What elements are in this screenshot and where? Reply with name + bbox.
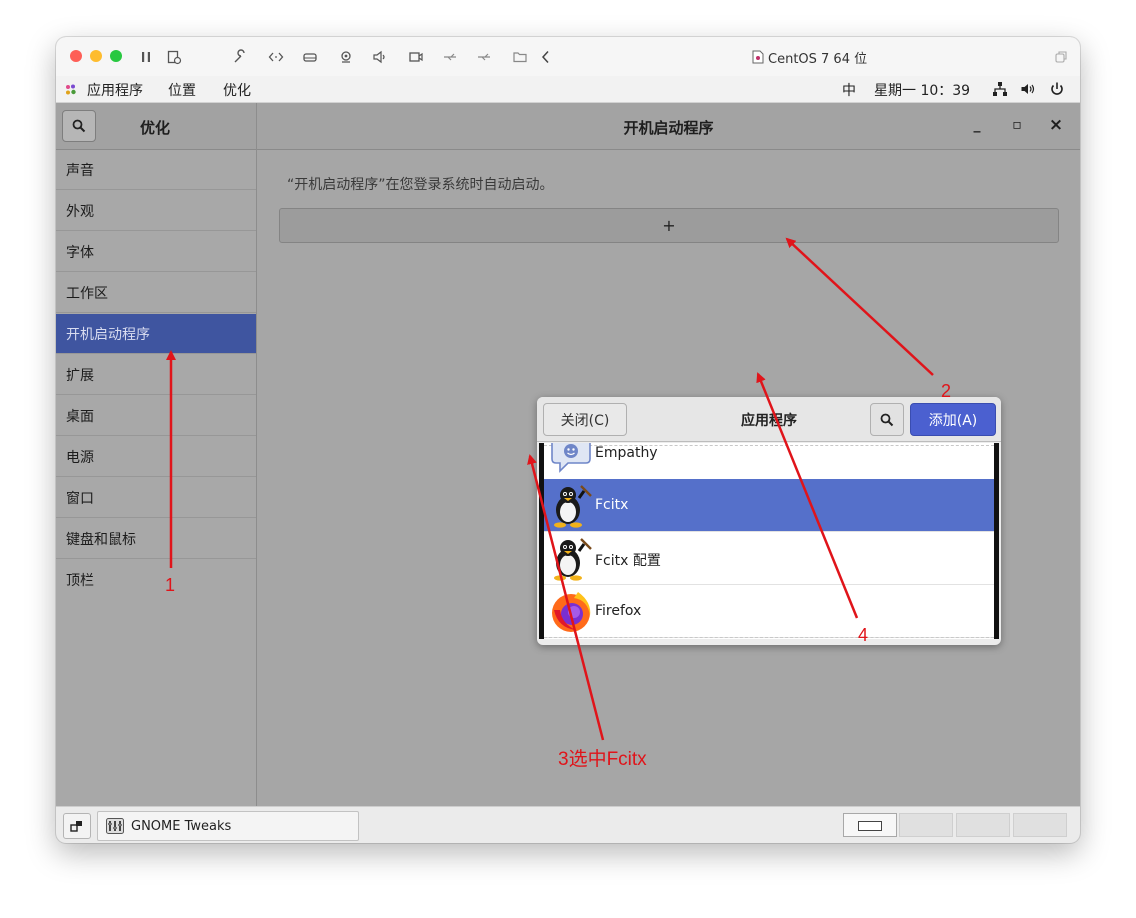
sidebar-item-label: 桌面: [66, 408, 94, 425]
taskbar-item-label: GNOME Tweaks: [131, 818, 232, 834]
app-name: Empathy: [595, 445, 658, 461]
sidebar-item-label: 外观: [66, 203, 94, 220]
sidebar-item-label: 扩展: [66, 367, 94, 384]
sidebar-item-fonts[interactable]: 字体: [56, 232, 256, 272]
main-panel: 开机启动程序 _ ▫ × “开机启动程序”在您登录系统时自动启动。 + 关闭(C…: [257, 103, 1080, 806]
sidebar-item-sound[interactable]: 声音: [56, 150, 256, 190]
sidebar-item-desktop[interactable]: 桌面: [56, 396, 256, 436]
plus-icon: +: [662, 216, 676, 235]
app-row-fcitx-config[interactable]: Fcitx 配置: [544, 532, 994, 585]
firefox-icon: [548, 588, 594, 634]
minimize-light[interactable]: [90, 50, 102, 62]
sidebar-item-workspaces[interactable]: 工作区: [56, 273, 256, 313]
tweaks-app-icon: [106, 818, 124, 834]
power-icon[interactable]: [1049, 81, 1065, 97]
snapshot-icon[interactable]: [165, 48, 183, 66]
sidebar-item-label: 键盘和鼠标: [66, 531, 136, 548]
gnome-topbar: 应用程序 位置 优化 中 星期一 10：39: [56, 76, 1080, 103]
workspace-3[interactable]: [956, 813, 1010, 837]
vm-window: CentOS 7 64 位 应用程序 位置 优化 中 星期一 10：39 优化 …: [56, 37, 1080, 843]
workspace-2[interactable]: [899, 813, 953, 837]
dialog-add-button[interactable]: 添加(A): [910, 403, 996, 436]
places-menu[interactable]: 位置: [168, 80, 196, 100]
show-desktop-button[interactable]: [63, 813, 91, 839]
app-row-fcitx[interactable]: Fcitx: [544, 479, 994, 532]
sidebar: 优化 声音 外观 字体 工作区 开机启动程序 扩展 桌面 电源 窗口 键盘和鼠标…: [56, 103, 257, 806]
empathy-icon: [548, 443, 594, 477]
hard-disk-icon[interactable]: [301, 48, 319, 66]
camera-device-icon[interactable]: [337, 48, 355, 66]
search-icon: [72, 119, 86, 133]
app-name: Fcitx 配置: [595, 553, 661, 569]
close-button[interactable]: ×: [1046, 115, 1066, 135]
sidebar-item-keyboard-mouse[interactable]: 键盘和鼠标: [56, 519, 256, 559]
sidebar-item-label: 字体: [66, 244, 94, 261]
workspace-4[interactable]: [1013, 813, 1067, 837]
speaker-icon[interactable]: [371, 48, 389, 66]
sidebar-item-top-bar[interactable]: 顶栏: [56, 560, 256, 600]
penguin-icon: [548, 535, 594, 581]
clock[interactable]: 星期一 10：39: [874, 80, 970, 100]
vm-title: CentOS 7 64 位: [752, 48, 868, 67]
taskbar-item-gnome-tweaks[interactable]: GNOME Tweaks: [97, 811, 359, 841]
usb-icon-2[interactable]: [475, 48, 493, 66]
sidebar-title: 优化: [140, 119, 171, 137]
list-bottom-divider: [544, 637, 994, 638]
workspace-1[interactable]: [843, 813, 897, 837]
network-icon[interactable]: [992, 81, 1008, 97]
wrench-icon[interactable]: [231, 48, 249, 66]
mac-titlebar: CentOS 7 64 位: [56, 37, 1080, 77]
app-row-empathy[interactable]: Empathy: [544, 443, 994, 480]
sidebar-item-label: 开机启动程序: [66, 326, 150, 343]
search-button[interactable]: [62, 110, 96, 142]
sidebar-header: 优化: [56, 103, 256, 150]
input-method-indicator[interactable]: 中: [842, 80, 856, 100]
penguin-icon: [548, 482, 594, 528]
page-title: 开机启动程序: [623, 119, 714, 137]
close-light[interactable]: [70, 50, 82, 62]
zoom-light[interactable]: [110, 50, 122, 62]
app-row-firefox[interactable]: Firefox: [544, 585, 994, 638]
workspace-window-thumbnail: [858, 821, 882, 831]
vm-title-text: CentOS 7 64 位: [768, 51, 868, 67]
sidebar-item-extensions[interactable]: 扩展: [56, 355, 256, 395]
chevron-left-icon[interactable]: [537, 48, 555, 66]
sidebar-item-label: 声音: [66, 162, 94, 179]
main-header: 开机启动程序 _ ▫ ×: [257, 103, 1080, 150]
sidebar-item-appearance[interactable]: 外观: [56, 191, 256, 231]
maximize-button[interactable]: ▫: [1007, 115, 1027, 135]
code-arrows-icon[interactable]: [267, 48, 285, 66]
dialog-search-button[interactable]: [870, 403, 904, 436]
sidebar-item-label: 电源: [66, 449, 94, 466]
startup-description: “开机启动程序”在您登录系统时自动启动。: [287, 177, 554, 193]
bottom-taskbar: GNOME Tweaks: [56, 806, 1080, 843]
add-startup-app-button[interactable]: +: [279, 208, 1059, 243]
dialog-header: 关闭(C) 应用程序 添加(A): [537, 397, 1001, 442]
sidebar-item-windows[interactable]: 窗口: [56, 478, 256, 518]
sidebar-item-label: 顶栏: [66, 573, 94, 589]
sidebar-item-power[interactable]: 电源: [56, 437, 256, 477]
applications-menu[interactable]: 应用程序: [87, 80, 143, 100]
show-desktop-icon: [70, 819, 84, 833]
vm-file-icon: [752, 50, 764, 64]
search-icon: [880, 413, 894, 427]
app-name: Fcitx: [595, 497, 629, 513]
app-chooser-dialog: 关闭(C) 应用程序 添加(A) Empathy Fcitx Fcitx 配置 …: [537, 397, 1001, 645]
app-list[interactable]: Empathy Fcitx Fcitx 配置 Firefox: [539, 443, 999, 639]
gnome-foot-icon: [64, 82, 78, 96]
volume-icon[interactable]: [1020, 81, 1036, 97]
app-name: Firefox: [595, 603, 642, 619]
sidebar-item-label: 窗口: [66, 490, 94, 507]
window-restore-icon[interactable]: [1052, 48, 1070, 66]
sidebar-item-label: 工作区: [66, 285, 108, 302]
video-camera-icon[interactable]: [407, 48, 425, 66]
current-app-menu[interactable]: 优化: [223, 80, 251, 100]
minimize-button[interactable]: _: [967, 115, 987, 135]
shared-folder-icon[interactable]: [511, 48, 529, 66]
usb-icon[interactable]: [441, 48, 459, 66]
sidebar-item-startup-apps[interactable]: 开机启动程序: [56, 314, 256, 354]
pause-icon[interactable]: [137, 48, 155, 66]
